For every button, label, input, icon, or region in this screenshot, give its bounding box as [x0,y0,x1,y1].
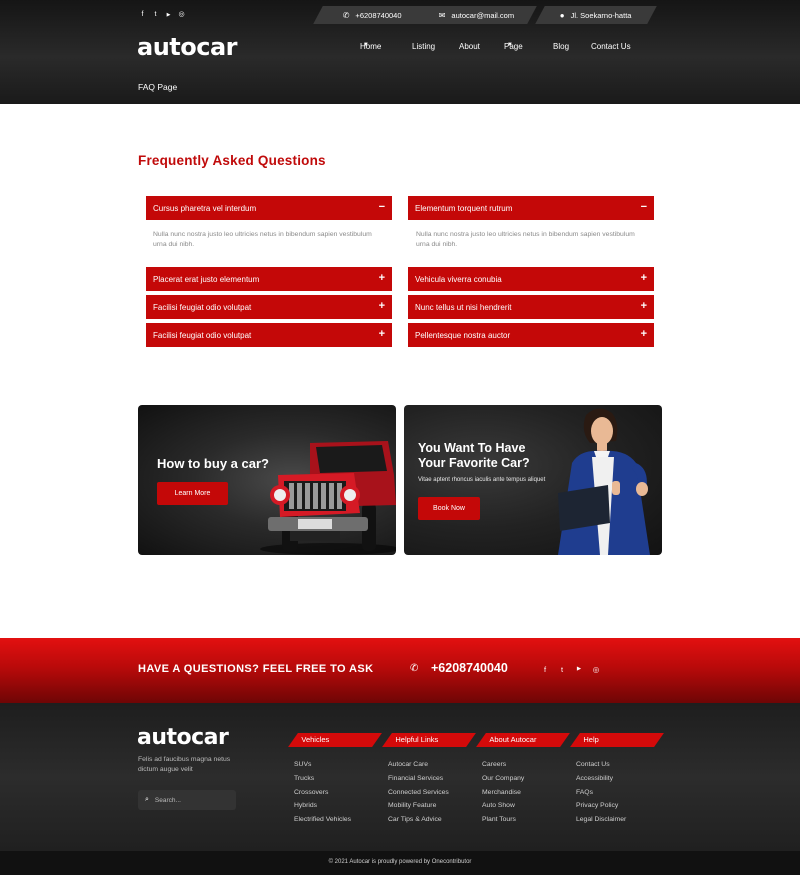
footer-links-about: Careers Our Company Merchandise Auto Sho… [482,761,524,830]
footer-col-head-vehicles: Vehicles [288,733,382,747]
chevron-down-icon: ▼ [363,42,369,48]
faq-item-right-2[interactable]: Vehicula viverra conubia + [408,267,654,291]
promo-subtext: Vitae aptent rhoncus iaculis ante tempus… [418,477,546,483]
copyright-text: © 2021 Autocar is proudly powered by One… [0,851,800,875]
phone-icon: ✆ [342,10,350,20]
footer-link[interactable]: SUVs [294,761,351,775]
site-header: f t ▶ ◎ ✆ +6208740040 ✉ autocar@mail.com ●… [0,0,800,104]
nav-blog[interactable]: Blog [553,42,569,51]
footer-link[interactable]: Autocar Care [388,761,449,775]
footer-link[interactable]: FAQs [576,789,626,803]
footer-link[interactable]: Merchandise [482,789,524,803]
red-jeep-image [260,441,396,555]
footer-links-vehicles: SUVs Trucks Crossovers Hybrids Electrifi… [294,761,351,830]
youtube-icon[interactable]: ▶ [165,11,172,19]
faq-item-left-1[interactable]: Cursus pharetra vel interdum − [146,196,392,220]
plus-icon: + [640,272,647,284]
promo-card-buy-car: How to buy a car? Learn More [138,405,396,555]
phone-icon: ✆ [410,663,419,674]
learn-more-button[interactable]: Learn More [157,482,228,505]
faq-item-left-3[interactable]: Facilisi feugiat odio volutpat + [146,295,392,319]
contact-cta-band: HAVE A QUESTIONS? FEEL FREE TO ASK ✆ +62… [0,638,800,703]
footer-link[interactable]: Car Tips & Advice [388,816,449,830]
footer-link[interactable]: Hybrids [294,802,351,816]
header-email[interactable]: ✉ autocar@mail.com [417,6,537,24]
footer-description: Felis ad faucibus magna netus dictum aug… [138,756,231,773]
footer-link[interactable]: Financial Services [388,775,449,789]
header-address: ● Jl. Soekarno-hatta [535,6,657,24]
search-icon[interactable]: ⌕ [145,796,149,804]
chevron-down-icon: ▼ [507,42,513,48]
footer-col-head-help: Help [570,733,664,747]
facebook-icon[interactable]: f [541,665,549,674]
footer-col-head-about: About Autocar [476,733,570,747]
facebook-icon[interactable]: f [139,11,146,19]
plus-icon: + [378,300,385,312]
map-pin-icon: ● [560,10,565,20]
plus-icon: + [640,300,647,312]
nav-listing[interactable]: Listing [412,42,435,51]
faq-answer-right-1: Nulla nunc nostra justo leo ultricies ne… [416,231,635,248]
plus-icon: + [378,328,385,340]
instagram-icon[interactable]: ◎ [178,11,185,19]
footer-link[interactable]: Legal Disclaimer [576,816,626,830]
faq-item-left-2[interactable]: Placerat erat justo elementum + [146,267,392,291]
footer-links-helpful: Autocar Care Financial Services Connecte… [388,761,449,830]
promo-card-book: You Want To Have Your Favorite Car? Vita… [404,405,662,555]
faq-heading: Frequently Asked Questions [138,153,326,168]
site-footer: autocar Felis ad faucibus magna netus di… [0,703,800,851]
book-now-button[interactable]: Book Now [418,497,480,520]
youtube-icon[interactable]: ▶ [575,665,583,674]
footer-link[interactable]: Privacy Policy [576,802,626,816]
nav-about[interactable]: About [459,42,480,51]
footer-link[interactable]: Our Company [482,775,524,789]
minus-icon: − [640,201,647,213]
footer-link[interactable]: Careers [482,761,524,775]
footer-col-head-helpful-links: Helpful Links [382,733,476,747]
search-input[interactable] [154,796,225,804]
footer-link[interactable]: Connected Services [388,789,449,803]
footer-link[interactable]: Crossovers [294,789,351,803]
footer-link[interactable]: Contact Us [576,761,626,775]
cta-text: HAVE A QUESTIONS? FEEL FREE TO ASK [138,663,374,675]
sales-woman-image [558,408,650,555]
faq-item-right-3[interactable]: Nunc tellus ut nisi hendrerit + [408,295,654,319]
footer-link[interactable]: Accessibility [576,775,626,789]
footer-link[interactable]: Plant Tours [482,816,524,830]
cta-social-links: f t ▶ ◎ [541,665,600,674]
plus-icon: + [640,328,647,340]
header-phone[interactable]: ✆ +6208740040 [313,6,431,24]
promo-heading: You Want To Have Your Favorite Car? [418,441,530,470]
footer-link[interactable]: Mobility Feature [388,802,449,816]
site-logo[interactable]: autocar [137,33,238,61]
cta-phone-number[interactable]: +6208740040 [431,661,508,675]
footer-search: ⌕ [138,790,236,810]
header-social-links: f t ▶ ◎ [139,11,185,19]
twitter-icon[interactable]: t [558,665,566,674]
faq-answer-left-1: Nulla nunc nostra justo leo ultricies ne… [153,231,372,248]
faq-item-right-4[interactable]: Pellentesque nostra auctor + [408,323,654,347]
twitter-icon[interactable]: t [152,11,159,19]
footer-logo[interactable]: autocar [137,725,229,750]
plus-icon: + [378,272,385,284]
footer-link[interactable]: Electrified Vehicles [294,816,351,830]
mail-icon: ✉ [439,10,447,20]
faq-item-left-4[interactable]: Facilisi feugiat odio volutpat + [146,323,392,347]
footer-link[interactable]: Trucks [294,775,351,789]
minus-icon: − [378,201,385,213]
nav-contact-us[interactable]: Contact Us [591,42,631,51]
footer-links-help: Contact Us Accessibility FAQs Privacy Po… [576,761,626,830]
instagram-icon[interactable]: ◎ [592,665,600,674]
faq-item-right-1[interactable]: Elementum torquent rutrum − [408,196,654,220]
page-title: FAQ Page [138,82,178,92]
footer-link[interactable]: Auto Show [482,802,524,816]
